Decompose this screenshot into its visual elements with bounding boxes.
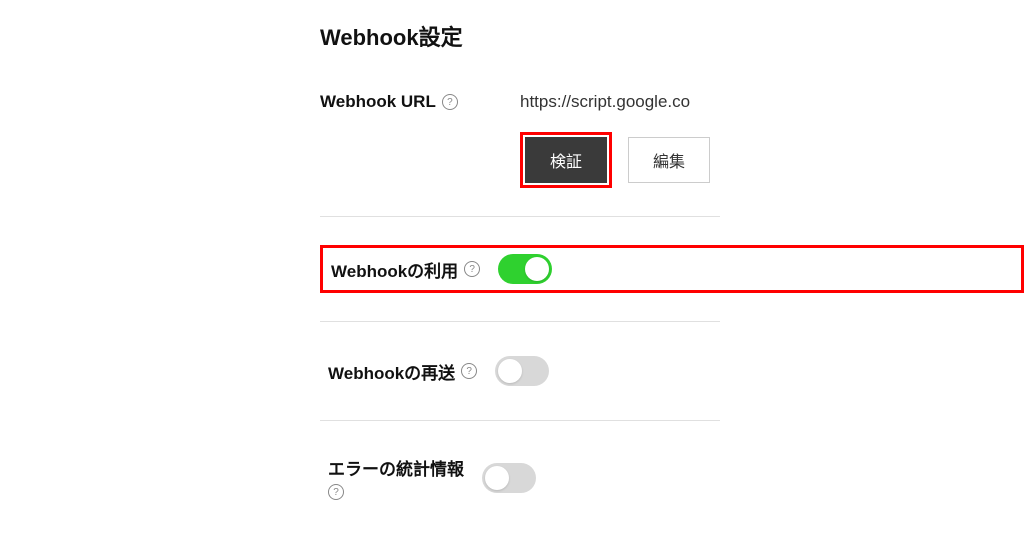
- webhook-url-label: Webhook URL: [320, 92, 436, 112]
- help-icon[interactable]: ?: [328, 484, 344, 500]
- webhook-url-row: Webhook URL ? https://script.google.co: [320, 92, 1024, 112]
- error-stats-toggle[interactable]: [482, 463, 536, 493]
- webhook-use-toggle[interactable]: [498, 254, 552, 284]
- toggle-knob: [525, 257, 549, 281]
- toggle-knob: [498, 359, 522, 383]
- webhook-resend-toggle[interactable]: [495, 356, 549, 386]
- webhook-use-label: Webhookの利用: [331, 257, 458, 282]
- webhook-url-buttons: 検証 編集: [520, 132, 1024, 188]
- webhook-use-row: Webhookの利用 ?: [320, 245, 1024, 293]
- error-stats-row: エラーの統計情報 ?: [320, 449, 1024, 506]
- webhook-resend-row: Webhookの再送 ?: [320, 350, 1024, 392]
- help-icon[interactable]: ?: [464, 261, 480, 277]
- help-icon[interactable]: ?: [461, 363, 477, 379]
- webhook-resend-label: Webhookの再送: [328, 359, 455, 384]
- edit-button[interactable]: 編集: [628, 137, 710, 183]
- divider: [320, 321, 720, 322]
- error-stats-label: エラーの統計情報: [328, 455, 464, 480]
- section-title: Webhook設定: [320, 20, 1024, 52]
- help-icon[interactable]: ?: [442, 94, 458, 110]
- divider: [320, 216, 720, 217]
- verify-button[interactable]: 検証: [525, 137, 607, 183]
- toggle-knob: [485, 466, 509, 490]
- verify-button-highlight: 検証: [520, 132, 612, 188]
- webhook-url-value: https://script.google.co: [520, 92, 690, 112]
- divider: [320, 420, 720, 421]
